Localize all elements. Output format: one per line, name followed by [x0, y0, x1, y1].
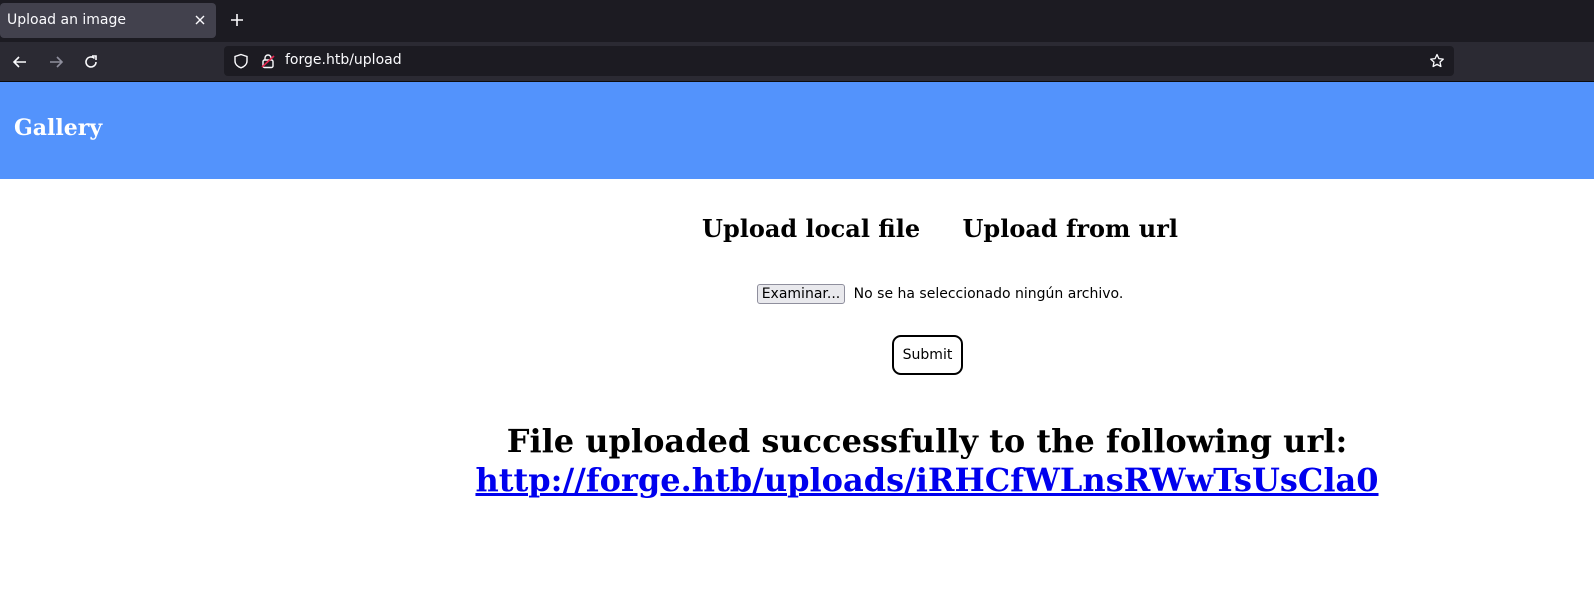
tab-upload-from-url[interactable]: Upload from url	[963, 214, 1178, 243]
uploaded-file-link[interactable]: http://forge.htb/uploads/iRHCfWLnsRWwTsU…	[475, 461, 1378, 499]
file-input: Examinar... No se ha seleccionado ningún…	[0, 284, 1594, 304]
shield-icon[interactable]	[233, 53, 249, 69]
address-bar[interactable]: forge.htb/upload	[224, 46, 1454, 76]
star-icon[interactable]	[1429, 53, 1445, 69]
arrow-right-icon[interactable]	[48, 54, 64, 70]
browser-tab[interactable]: Upload an image	[0, 3, 216, 38]
file-status-text: No se ha seleccionado ningún archivo.	[853, 286, 1124, 302]
browse-button[interactable]: Examinar...	[756, 284, 846, 304]
arrow-left-icon[interactable]	[12, 54, 28, 70]
upload-tabs: Upload local file Upload from url	[0, 214, 1594, 243]
navigation-bar: forge.htb/upload	[0, 42, 1594, 82]
tab-title: Upload an image	[7, 12, 127, 28]
submit-button[interactable]: Submit	[892, 335, 963, 375]
tab-upload-local-file[interactable]: Upload local file	[702, 214, 920, 243]
brand-link[interactable]: Gallery	[14, 115, 102, 141]
upload-result: File uploaded successfully to the follow…	[0, 422, 1594, 500]
close-icon[interactable]	[194, 14, 206, 26]
lock-icon[interactable]	[260, 53, 276, 69]
tab-bar: Upload an image	[0, 0, 1594, 42]
success-message: File uploaded successfully to the follow…	[506, 422, 1348, 460]
reload-icon[interactable]	[83, 54, 99, 70]
url-text[interactable]: forge.htb/upload	[285, 52, 402, 68]
site-header: Gallery	[0, 82, 1594, 179]
plus-icon[interactable]	[229, 12, 245, 28]
